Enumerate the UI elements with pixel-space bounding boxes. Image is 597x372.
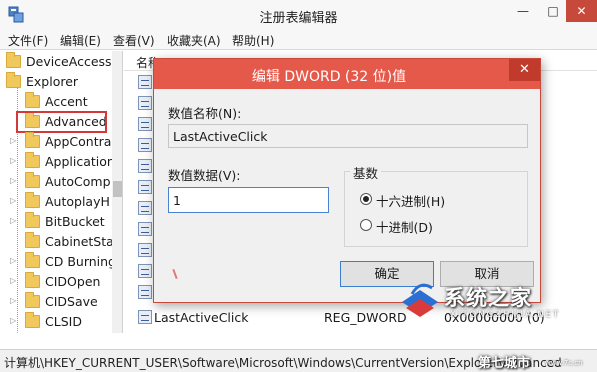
tree-item-explorer[interactable]: Explorer <box>0 72 112 92</box>
reg-dword-icon <box>138 180 152 194</box>
expand-arrow-icon[interactable]: ▷ <box>10 176 16 185</box>
reg-dword-icon <box>138 75 152 89</box>
tree-item-label: AutoplayH <box>45 194 110 209</box>
dialog-title-bar: 编辑 DWORD (32 位)值 ✕ <box>154 59 540 89</box>
watermark-logo-icon <box>402 283 438 317</box>
value-name-label: 数值名称(N): <box>168 106 242 121</box>
tree-item-label: Accent <box>45 94 88 109</box>
tree-item-cabinetstate[interactable]: CabinetSta <box>0 232 114 252</box>
value-name-field[interactable]: LastActiveClick <box>168 124 528 148</box>
tree-item-label: CIDOpen <box>45 274 101 289</box>
dialog-close-button[interactable]: ✕ <box>509 59 540 81</box>
expand-arrow-icon[interactable]: ▷ <box>10 156 16 165</box>
tree-item-application[interactable]: ▷ Application <box>0 152 115 172</box>
menu-help[interactable]: 帮助(H) <box>232 32 274 49</box>
tree-item-appcontract[interactable]: ▷ AppContra <box>0 132 112 152</box>
menu-favorites[interactable]: 收藏夹(A) <box>167 32 221 49</box>
tree-item-label: AppContra <box>45 134 112 149</box>
reg-dword-icon <box>138 310 152 324</box>
tree-item-label: CD Burning <box>45 254 116 269</box>
reg-dword-icon <box>138 201 152 215</box>
folder-icon <box>25 292 40 308</box>
reg-dword-icon <box>138 222 152 236</box>
tree-item-label: Explorer <box>26 74 79 89</box>
tree-item-label: BitBucket <box>45 214 105 229</box>
expand-arrow-icon[interactable]: ▷ <box>10 196 16 205</box>
maximize-button[interactable]: □ <box>538 0 568 22</box>
tree-item-label: CabinetSta <box>45 234 114 249</box>
folder-icon <box>25 152 40 168</box>
close-button[interactable]: ✕ <box>566 0 597 22</box>
tree-item-label: DeviceAccess <box>26 54 112 69</box>
tree-item-clsid[interactable]: ▷ CLSID <box>0 312 112 332</box>
watermark-brand: 系统之家 <box>444 286 532 310</box>
radio-hexadecimal[interactable] <box>360 193 372 205</box>
value-name: LastActiveClick <box>154 310 249 325</box>
reg-dword-icon <box>138 264 152 278</box>
folder-icon <box>25 252 40 268</box>
dialog-title: 编辑 DWORD (32 位)值 <box>251 69 407 85</box>
reg-dword-icon <box>138 138 152 152</box>
tree-item-bitbucket[interactable]: ▷ BitBucket <box>0 212 112 232</box>
reg-dword-icon <box>138 243 152 257</box>
base-group-label: 基数 <box>350 163 382 182</box>
expand-arrow-icon[interactable]: ▷ <box>10 256 16 265</box>
reg-dword-icon <box>138 285 152 299</box>
reg-dword-icon <box>138 117 152 131</box>
tree-item-autoplayhandlers[interactable]: ▷ AutoplayH <box>0 192 112 212</box>
minimize-button[interactable]: — <box>508 0 538 22</box>
expand-arrow-icon[interactable]: ▷ <box>10 296 16 305</box>
tree-item-label: AutoComp <box>45 174 111 189</box>
registry-tree[interactable]: DeviceAccess Explorer Accent Advanced ▷ … <box>0 51 123 333</box>
value-data-input[interactable]: 1 <box>168 187 329 213</box>
radio-decimal-label[interactable]: 十进制(D) <box>376 217 433 236</box>
expand-arrow-icon[interactable]: ▷ <box>10 316 16 325</box>
reg-dword-icon <box>138 96 152 110</box>
selection-highlight <box>16 111 107 133</box>
edit-dword-dialog: 编辑 DWORD (32 位)值 ✕ 数值名称(N): LastActiveCl… <box>153 58 541 303</box>
tree-scrollbar[interactable] <box>112 51 122 333</box>
reg-dword-icon <box>138 159 152 173</box>
tree-item-cidsave[interactable]: ▷ CIDSave <box>0 292 112 312</box>
watermark-overlay: 第七城市 <box>478 356 531 371</box>
tree-item-accent[interactable]: Accent <box>0 92 112 112</box>
title-bar: 注册表编辑器 — □ ✕ <box>0 0 597 30</box>
menu-edit[interactable]: 编辑(E) <box>60 32 101 49</box>
tree-item-label: Application <box>45 154 115 169</box>
value-data-label: 数值数据(V): <box>168 168 241 183</box>
folder-icon <box>25 172 40 188</box>
folder-icon <box>25 132 40 148</box>
tree-item-cidopen[interactable]: ▷ CIDOpen <box>0 272 112 292</box>
radio-decimal[interactable] <box>360 219 372 231</box>
folder-icon <box>25 212 40 228</box>
menu-view[interactable]: 查看(V) <box>113 32 155 49</box>
tree-item-label: CLSID <box>45 314 82 329</box>
folder-icon <box>25 312 40 328</box>
tree-item-cd-burning[interactable]: ▷ CD Burning <box>0 252 116 272</box>
expand-arrow-icon[interactable]: ▷ <box>10 276 16 285</box>
expand-arrow-icon[interactable]: ▷ <box>10 216 16 225</box>
watermark: 系统之家 XITONGZHIJIA.NET <box>392 272 597 347</box>
folder-open-icon <box>6 72 21 88</box>
tree-item-label: CIDSave <box>45 294 98 309</box>
watermark-overlay-small: www.7c.cn <box>545 359 583 367</box>
radio-hexadecimal-label[interactable]: 十六进制(H) <box>376 191 445 210</box>
folder-icon <box>25 232 40 248</box>
watermark-url: XITONGZHIJIA.NET <box>450 310 561 320</box>
expand-arrow-icon[interactable]: ▷ <box>10 136 16 145</box>
folder-icon <box>25 92 40 108</box>
tree-item-autocomplete[interactable]: ▷ AutoComp <box>0 172 112 192</box>
folder-icon <box>25 272 40 288</box>
folder-icon <box>25 192 40 208</box>
tree-item-deviceaccess[interactable]: DeviceAccess <box>0 52 112 72</box>
menu-bar: 文件(F) 编辑(E) 查看(V) 收藏夹(A) 帮助(H) <box>0 30 597 50</box>
menu-file[interactable]: 文件(F) <box>8 32 48 49</box>
tree-scrollbar-thumb[interactable] <box>113 181 122 197</box>
folder-icon <box>6 52 21 68</box>
stray-mark <box>172 268 178 280</box>
